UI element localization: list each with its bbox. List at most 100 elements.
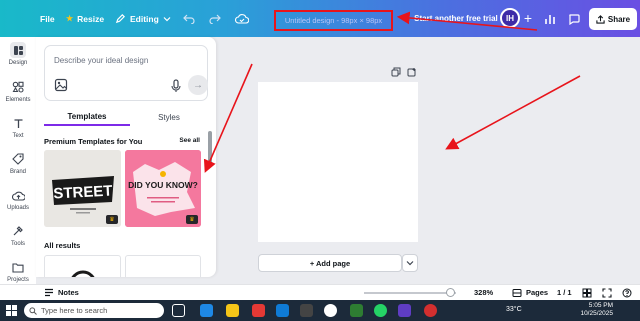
rail-label: Tools — [10, 241, 25, 247]
chevron-down-icon — [406, 261, 414, 266]
avatar-initials: IH — [506, 13, 514, 23]
rail-item-projects[interactable]: Projects — [0, 259, 36, 283]
rail-item-tools[interactable]: Tools — [0, 223, 36, 247]
file-menu-label: File — [40, 13, 55, 24]
premium-heading-text: Premium Templates for You — [44, 137, 143, 146]
task-view-icon[interactable] — [172, 304, 185, 317]
tools-icon — [10, 223, 26, 239]
video-app-icon[interactable] — [398, 304, 411, 317]
windows-start-icon[interactable] — [6, 305, 17, 316]
chrome-app-icon[interactable] — [424, 304, 437, 317]
street-text: STREET — [53, 182, 113, 202]
all-results-text: All results — [44, 241, 81, 250]
chrome-icon[interactable] — [252, 304, 265, 317]
editing-mode-button[interactable]: Editing — [115, 0, 171, 37]
menu-icon[interactable] — [10, 12, 24, 24]
rail-label: Elements — [5, 97, 31, 103]
add-page-label: + Add page — [309, 258, 351, 268]
rail-label: Text — [12, 133, 24, 139]
share-button[interactable]: Share — [589, 8, 637, 30]
text-icon — [10, 115, 26, 131]
redo-button[interactable] — [209, 0, 221, 37]
notes-icon — [45, 288, 53, 297]
design-title-text: Untitled design - 98px × 98px — [284, 16, 383, 25]
bottom-bar: Notes 328% Pages 1 / 1 — [0, 284, 640, 300]
free-trial-button[interactable]: ★ Start another free trial — [403, 0, 498, 37]
did-you-know-text: DID YOU KNOW? — [128, 180, 198, 190]
edge-browser-icon[interactable] — [200, 304, 213, 317]
result-artwork — [71, 270, 95, 277]
insights-button[interactable] — [541, 10, 559, 28]
share-label: Share — [607, 14, 631, 24]
add-collaborator-button[interactable]: + — [521, 10, 535, 26]
design-canvas[interactable] — [258, 82, 418, 242]
rail-item-elements[interactable]: Elements — [0, 79, 36, 103]
add-page-dropdown[interactable] — [402, 254, 418, 272]
undo-icon — [183, 14, 195, 24]
taskbar-search[interactable]: Type here to search — [24, 303, 164, 318]
notes-button[interactable]: Notes — [44, 288, 79, 297]
file-explorer-icon[interactable] — [226, 304, 239, 317]
ai-prompt-box[interactable]: Describe your ideal design → — [44, 45, 208, 101]
image-icon[interactable] — [54, 78, 68, 92]
template-thumbnail-did-you-know[interactable]: DID YOU KNOW? ♛ — [125, 150, 201, 227]
fullscreen-icon[interactable] — [602, 288, 612, 298]
add-page-button[interactable]: + Add page — [258, 254, 402, 272]
scrollbar-thumb[interactable] — [208, 131, 212, 166]
send-button[interactable]: → — [188, 75, 208, 95]
file-menu-button[interactable]: File — [40, 0, 55, 37]
cloud-check-icon — [235, 14, 249, 24]
taskbar-search-placeholder: Type here to search — [41, 306, 108, 315]
design-title[interactable]: Untitled design - 98px × 98px — [274, 10, 393, 31]
see-all-link[interactable]: See all — [179, 137, 200, 144]
pages-button[interactable]: Pages — [512, 288, 548, 298]
page-indicator: 1 / 1 — [557, 288, 572, 297]
rail-item-brand[interactable]: Brand — [0, 151, 36, 175]
add-page-icon[interactable] — [407, 67, 417, 77]
rail-label: Design — [8, 60, 28, 66]
rail-label: Brand — [9, 169, 26, 175]
rail-item-text[interactable]: Text — [0, 115, 36, 139]
obs-icon[interactable] — [324, 304, 337, 317]
panel-scrollbar[interactable] — [208, 127, 212, 277]
resize-button[interactable]: ★ Resize — [66, 0, 104, 37]
crown-icon: ★ — [403, 14, 411, 23]
weather-temperature[interactable]: 33°C — [506, 306, 522, 313]
mail-icon[interactable] — [276, 304, 289, 317]
zoom-slider-handle[interactable] — [446, 288, 455, 297]
duplicate-page-icon[interactable] — [391, 67, 401, 77]
word-icon[interactable] — [350, 304, 363, 317]
comments-button[interactable] — [565, 10, 583, 28]
clock-date: 10/25/2025 — [580, 310, 613, 317]
notes-label: Notes — [58, 288, 79, 297]
whatsapp-icon[interactable] — [374, 304, 387, 317]
tab-label: Styles — [158, 113, 180, 122]
crown-icon: ★ — [66, 14, 74, 23]
grid-view-icon[interactable] — [582, 288, 592, 298]
settings-app-icon[interactable] — [300, 304, 313, 317]
help-icon[interactable] — [622, 288, 632, 298]
rail-label: Projects — [7, 277, 29, 283]
rail-item-uploads[interactable]: Uploads — [0, 187, 36, 211]
template-thumbnail-street[interactable]: STREET ♛ — [44, 150, 121, 227]
rail-item-design[interactable]: Design — [0, 42, 36, 66]
design-icon — [10, 42, 26, 58]
taskbar-clock[interactable]: 5:05 PM 10/25/2025 — [577, 302, 613, 318]
zoom-slider[interactable] — [364, 292, 456, 294]
zoom-level[interactable]: 328% — [474, 288, 493, 297]
tab-styles[interactable]: Styles — [130, 109, 208, 126]
undo-button[interactable] — [183, 0, 195, 37]
clock-time: 5:05 PM — [588, 302, 613, 309]
cloud-sync-button[interactable] — [235, 0, 249, 37]
elements-icon — [10, 79, 26, 95]
microphone-icon[interactable] — [170, 79, 182, 93]
all-results-heading: All results — [44, 241, 208, 250]
windows-taskbar: Type here to search 33°C 5:05 PM 10/25/2… — [0, 300, 640, 321]
result-thumbnail[interactable] — [125, 255, 201, 277]
pages-label: Pages — [526, 288, 549, 297]
avatar[interactable]: IH — [500, 8, 520, 28]
result-thumbnail[interactable] — [44, 255, 121, 277]
tab-templates[interactable]: Templates — [44, 109, 130, 126]
uploads-icon — [10, 187, 26, 203]
panel-tabs: Templates Styles — [44, 109, 208, 126]
